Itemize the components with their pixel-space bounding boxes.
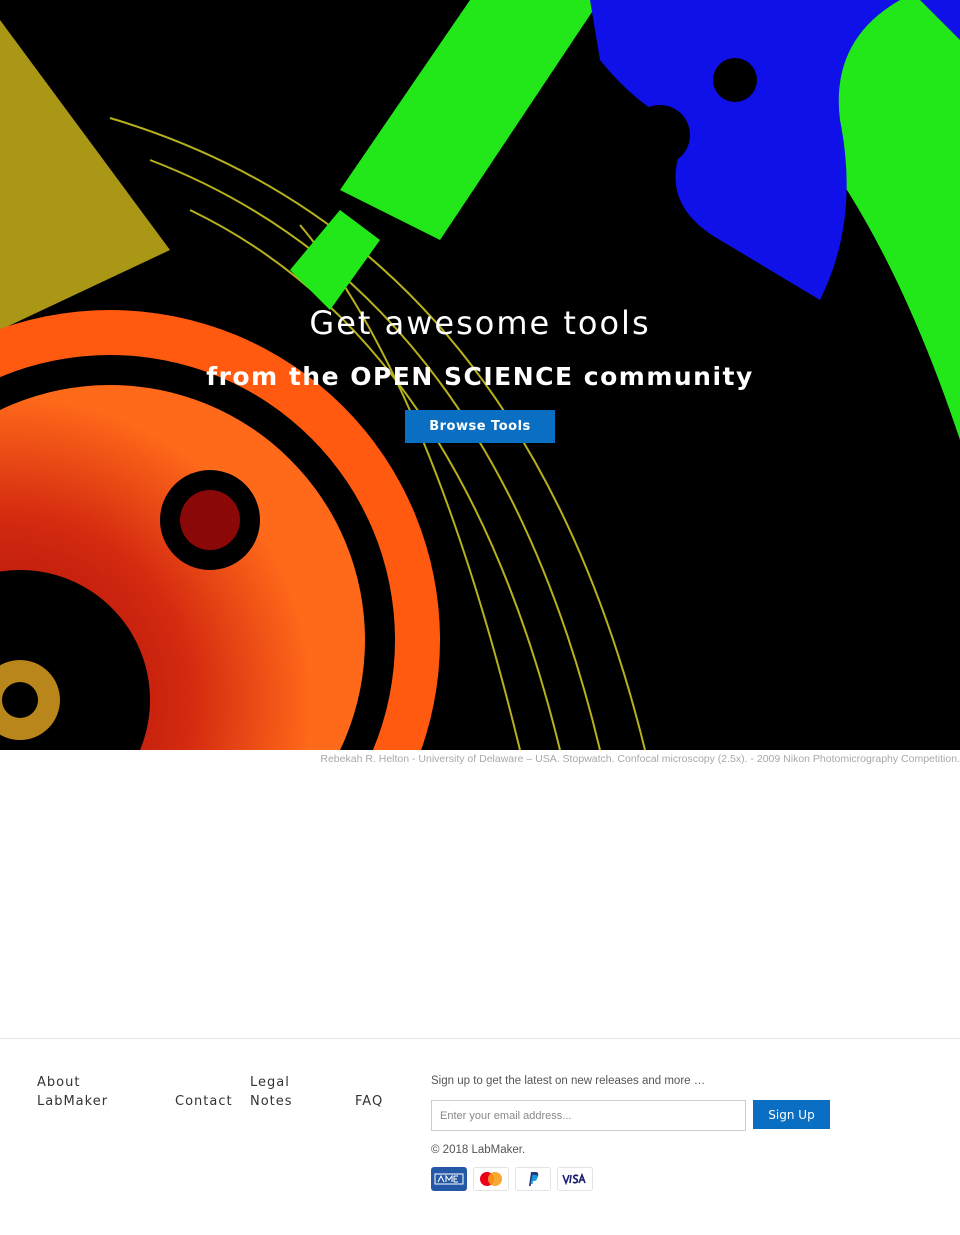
visa-icon <box>557 1167 593 1191</box>
email-input[interactable] <box>431 1100 746 1131</box>
footer-divider <box>0 1038 960 1039</box>
sign-up-button[interactable]: Sign Up <box>753 1100 830 1129</box>
image-credit: Rebekah R. Helton - University of Delawa… <box>320 753 960 765</box>
newsletter-text: Sign up to get the latest on new release… <box>431 1075 706 1087</box>
footer-link-about[interactable]: About LabMaker <box>37 1073 137 1111</box>
footer-link-contact[interactable]: Contact <box>175 1092 233 1111</box>
browse-tools-button[interactable]: Browse Tools <box>405 410 555 443</box>
amex-icon <box>431 1167 467 1191</box>
mastercard-icon <box>473 1167 509 1191</box>
hero-banner: Get awesome tools from the OPEN SCIENCE … <box>0 0 960 750</box>
paypal-icon <box>515 1167 551 1191</box>
footer-link-faq[interactable]: FAQ <box>355 1092 383 1111</box>
hero-subtitle: from the OPEN SCIENCE community <box>206 362 754 391</box>
footer-link-legal-notes[interactable]: Legal Notes <box>250 1073 310 1111</box>
copyright: © 2018 LabMaker. <box>431 1144 526 1156</box>
hero-title: Get awesome tools <box>309 304 651 342</box>
